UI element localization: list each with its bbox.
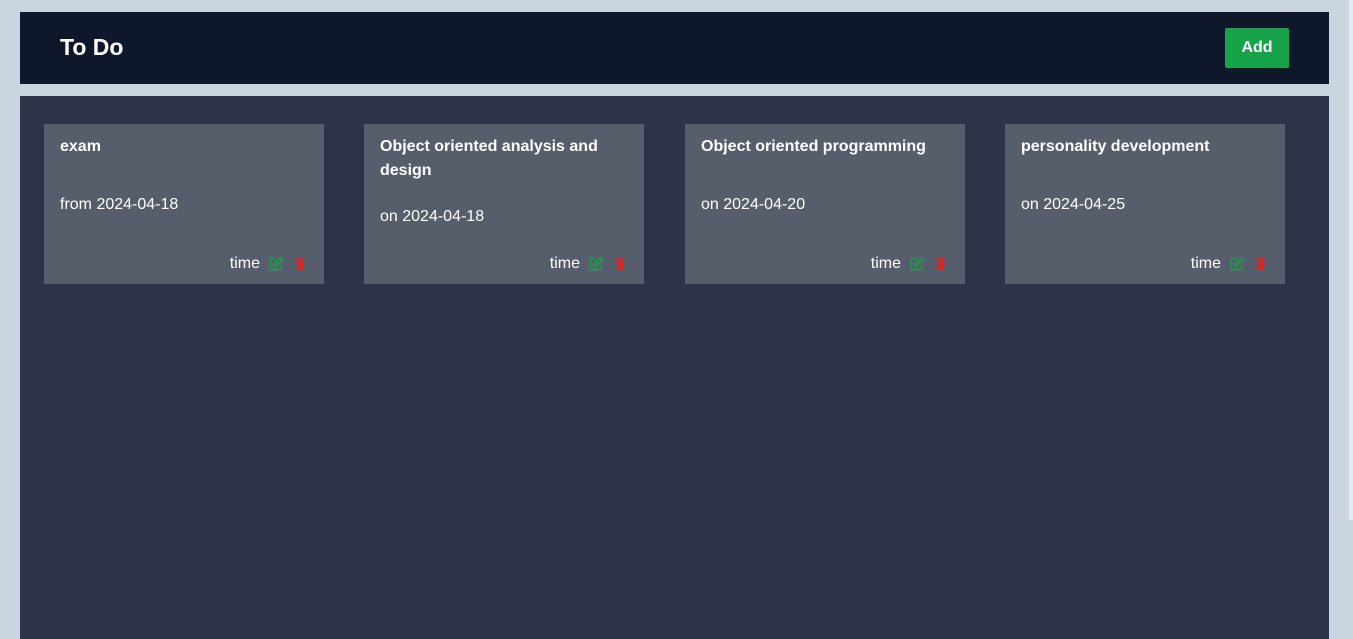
todo-date: on 2024-04-18 [380, 208, 485, 225]
todo-date: on 2024-04-20 [701, 196, 806, 213]
trash-icon[interactable] [612, 256, 628, 272]
todo-date: from 2024-04-18 [60, 196, 179, 213]
edit-icon[interactable] [1229, 256, 1245, 272]
trash-icon[interactable] [933, 256, 949, 272]
page-scrollbar[interactable] [1349, 0, 1353, 520]
todo-title: personality development [1021, 138, 1210, 155]
app-header: To Do Add [20, 12, 1329, 84]
todo-card: Object oriented analysis and design on 2… [364, 124, 644, 284]
todo-board: exam from 2024-04-18 time Object oriente… [20, 96, 1329, 639]
trash-icon[interactable] [1253, 256, 1269, 272]
todo-actions: time [1191, 253, 1269, 275]
todo-title: Object oriented programming [701, 138, 926, 155]
app-title: To Do [60, 34, 124, 60]
todo-actions: time [871, 253, 949, 275]
todo-date: on 2024-04-25 [1021, 196, 1126, 213]
todo-time-label: time [870, 255, 901, 272]
edit-icon[interactable] [268, 256, 284, 272]
todo-title: exam [60, 138, 101, 155]
todo-time-label: time [1190, 255, 1221, 272]
edit-icon[interactable] [909, 256, 925, 272]
add-button[interactable]: Add [1225, 28, 1289, 68]
todo-actions: time [550, 253, 628, 275]
todo-time-label: time [229, 255, 260, 272]
todo-time-label: time [549, 255, 580, 272]
todo-actions: time [230, 253, 308, 275]
todo-card: Object oriented programming on 2024-04-2… [685, 124, 965, 284]
todo-title: Object oriented analysis and design [380, 138, 598, 179]
todo-card: exam from 2024-04-18 time [44, 124, 324, 284]
trash-icon[interactable] [292, 256, 308, 272]
edit-icon[interactable] [588, 256, 604, 272]
todo-card: personality development on 2024-04-25 ti… [1005, 124, 1285, 284]
